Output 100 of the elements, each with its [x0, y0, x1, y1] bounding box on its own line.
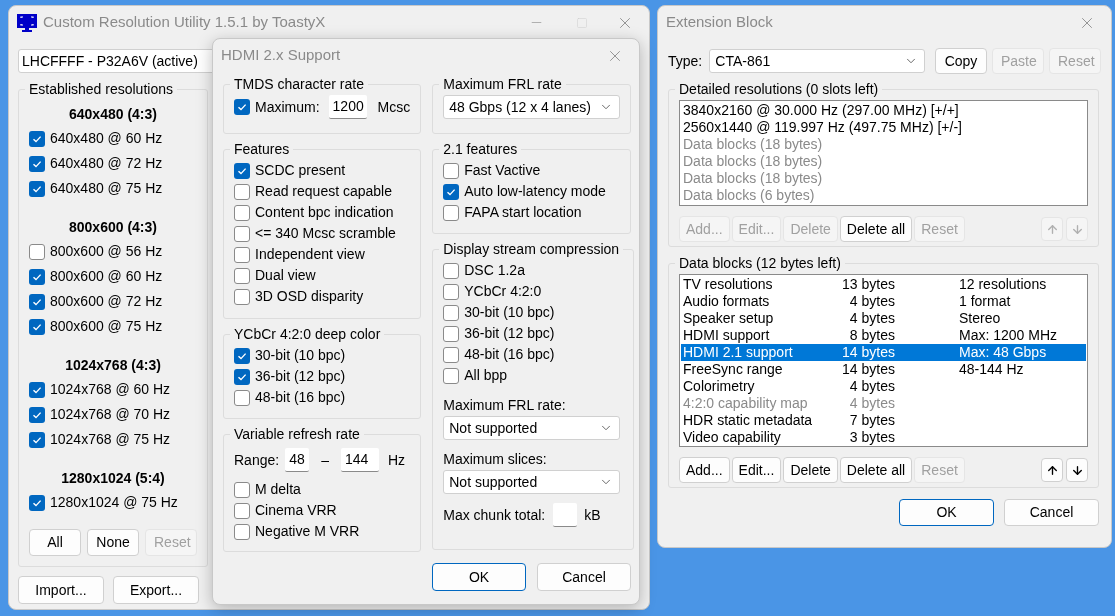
dropdown[interactable]: 48 Gbps (12 x 4 lanes): [443, 95, 621, 119]
window-title: Custom Resolution Utility 1.5.1 by ToastyX: [43, 12, 326, 33]
list-cell-text: HDMI 2.1 support: [683, 344, 794, 361]
list-item[interactable]: 3840x2160 @ 30.000 Hz (297.00 MHz) [+/+]: [683, 102, 1084, 119]
resolution-heading: 640x480 (4:3): [68, 105, 158, 124]
button[interactable]: OK: [432, 563, 526, 591]
button[interactable]: Cancel: [1004, 499, 1099, 526]
move-down-button[interactable]: [1066, 458, 1088, 482]
checkbox[interactable]: [234, 183, 250, 200]
arrow-up-icon: [1045, 463, 1059, 477]
checkbox[interactable]: [29, 293, 45, 310]
list-row[interactable]: HDMI 2.1 support 14 bytes Max: 48 Gbps: [681, 344, 1086, 361]
checkbox[interactable]: [443, 346, 460, 363]
arrow-up-icon: [1045, 222, 1059, 236]
move-up-button[interactable]: [1041, 458, 1063, 482]
checkbox[interactable]: [234, 288, 250, 305]
range-separator: –: [321, 450, 329, 470]
type-label: Type:: [668, 51, 704, 71]
checkbox[interactable]: [29, 431, 45, 448]
checkbox[interactable]: [29, 381, 45, 398]
checkbox[interactable]: [234, 481, 250, 498]
checkbox-label: SCDC present: [255, 161, 346, 180]
checkbox-label: Negative M VRR: [255, 522, 360, 541]
checkbox[interactable]: [443, 304, 460, 321]
button[interactable]: Delete all: [839, 216, 913, 242]
checkbox[interactable]: [443, 325, 460, 342]
checkbox[interactable]: [234, 267, 250, 284]
checkbox[interactable]: [234, 246, 250, 263]
button[interactable]: Delete: [783, 457, 838, 483]
group-title: TMDS character rate: [233, 75, 365, 94]
checkbox[interactable]: [29, 155, 45, 172]
checkbox[interactable]: [443, 283, 460, 300]
checkbox-label: 1280x1024 @ 75 Hz: [50, 493, 178, 512]
input-field[interactable]: [553, 503, 578, 527]
arrow-down-icon: [1070, 463, 1084, 477]
button[interactable]: All: [29, 529, 81, 556]
input-field[interactable]: 144: [340, 448, 379, 472]
checkbox[interactable]: [234, 347, 250, 364]
checkbox[interactable]: [234, 389, 250, 406]
checkbox[interactable]: [29, 406, 45, 423]
button[interactable]: Cancel: [537, 563, 631, 591]
checkbox-label: 640x480 @ 72 Hz: [50, 154, 163, 173]
checkbox[interactable]: [443, 262, 460, 279]
group-title: Data blocks (12 bytes left): [678, 254, 842, 273]
dropdown[interactable]: Not supported: [443, 470, 621, 494]
list-cell-text: 14 bytes: [841, 344, 895, 361]
list-cell-text: 4 bytes: [848, 395, 895, 412]
checkbox[interactable]: [443, 204, 460, 221]
checkbox[interactable]: [29, 180, 45, 197]
button[interactable]: Delete all: [839, 457, 913, 483]
list-row[interactable]: HDR static metadata 7 bytes: [681, 412, 1086, 429]
checkbox[interactable]: [29, 130, 45, 147]
button[interactable]: Edit...: [731, 457, 782, 483]
checkbox[interactable]: [234, 225, 250, 242]
list-row[interactable]: Speaker setup 4 bytes Stereo: [681, 310, 1086, 327]
list-cell-text: FreeSync range: [683, 361, 784, 378]
list-row[interactable]: FreeSync range 14 bytes 48-144 Hz: [681, 361, 1086, 378]
list-item[interactable]: 2560x1440 @ 119.997 Hz (497.75 MHz) [+/-]: [683, 119, 1084, 136]
button[interactable]: Add...: [679, 457, 730, 483]
checkbox[interactable]: [443, 367, 460, 384]
unit-label: kB: [584, 505, 601, 525]
dropdown[interactable]: CTA-861: [709, 49, 925, 73]
checkbox[interactable]: [234, 368, 250, 385]
button[interactable]: Copy: [935, 48, 987, 74]
checkbox[interactable]: [234, 523, 250, 540]
checkbox[interactable]: [29, 243, 45, 260]
input-field[interactable]: 48: [285, 448, 310, 472]
input-field[interactable]: 1200: [328, 95, 367, 119]
list-cell-text: Colorimetry: [683, 378, 756, 395]
field-label: Maximum FRL rate:: [443, 396, 567, 415]
list-row[interactable]: TV resolutions 13 bytes 12 resolutions: [681, 276, 1086, 293]
checkbox[interactable]: [443, 162, 460, 179]
resolution-heading: 800x600 (4:3): [68, 218, 158, 237]
list-row[interactable]: Video capability 3 bytes: [681, 429, 1086, 446]
checkbox-label: Dual view: [255, 266, 316, 285]
list-row[interactable]: Colorimetry 4 bytes: [681, 378, 1086, 395]
checkbox-label: 800x600 @ 75 Hz: [50, 317, 163, 336]
checkbox[interactable]: [234, 204, 250, 221]
checkbox[interactable]: [234, 99, 250, 115]
list-row[interactable]: Audio formats 4 bytes 1 format: [681, 293, 1086, 310]
list-row[interactable]: HDMI support 8 bytes Max: 1200 MHz: [681, 327, 1086, 344]
checkbox[interactable]: [234, 162, 250, 179]
checkbox-label: 3D OSD disparity: [255, 287, 364, 306]
button[interactable]: None: [87, 529, 139, 556]
checkbox-label: YCbCr 4:2:0: [464, 282, 542, 301]
button[interactable]: Export...: [113, 576, 199, 604]
checkbox[interactable]: [234, 502, 250, 519]
checkbox-label: 36-bit (12 bpc): [255, 367, 346, 386]
checkbox[interactable]: [443, 183, 460, 200]
dropdown[interactable]: Not supported: [443, 416, 621, 440]
checkbox[interactable]: [29, 494, 45, 511]
button[interactable]: OK: [899, 499, 994, 526]
checkbox-label: 800x600 @ 56 Hz: [50, 242, 163, 261]
button[interactable]: Import...: [18, 576, 104, 604]
resolution-heading: 1024x768 (4:3): [64, 356, 162, 375]
list-cell: 48-144 Hz: [959, 361, 1024, 378]
checkbox-label: 800x600 @ 60 Hz: [50, 267, 163, 286]
group-title: Variable refresh rate: [233, 425, 361, 444]
checkbox[interactable]: [29, 268, 45, 285]
checkbox[interactable]: [29, 318, 45, 335]
